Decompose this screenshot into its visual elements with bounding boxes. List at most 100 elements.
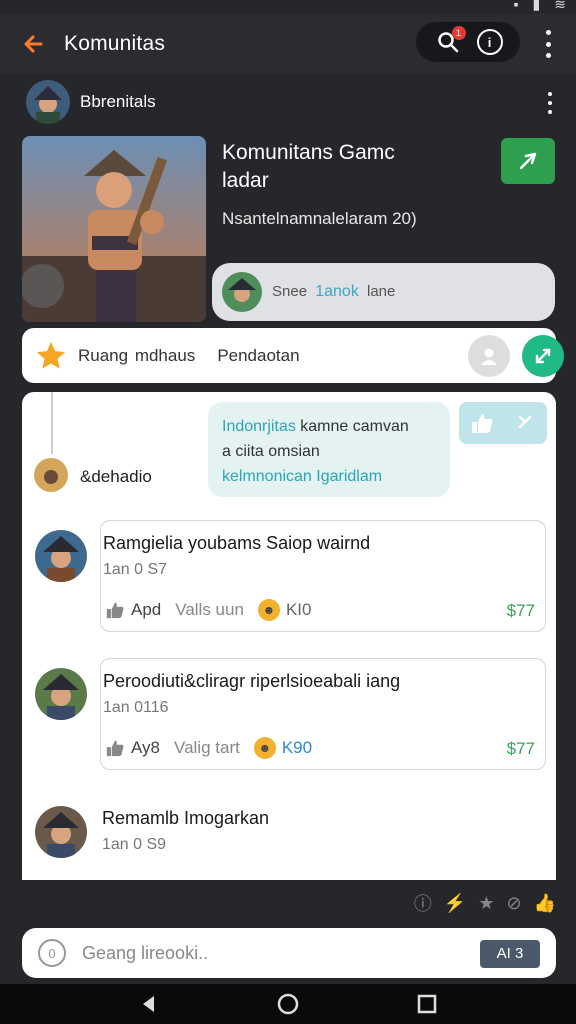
nav-home-icon[interactable] — [277, 993, 299, 1015]
avatar[interactable] — [26, 80, 70, 124]
more-dot-icon — [548, 101, 552, 105]
emoji-icon[interactable]: ☻ — [253, 737, 276, 759]
post-title[interactable]: Remamlb Imogarkan — [102, 808, 269, 829]
bubble-line-3: kelmnonican Igaridlam — [222, 468, 383, 485]
thread-author[interactable]: &dehadio — [80, 467, 152, 487]
community-subtitle: Nsantelnamnalelaram 20) — [222, 209, 417, 228]
list-item: Peroodiuti&cliragr riperlsioeabali iang … — [22, 658, 556, 778]
category-label-2[interactable]: Pendaotan — [217, 346, 299, 366]
back-arrow-icon — [24, 35, 43, 53]
post-meta: 1an 0 S7 — [103, 561, 168, 578]
ai-button[interactable]: AI 3 — [480, 940, 540, 968]
more-dot-icon — [545, 30, 551, 35]
reply-button[interactable]: Valig tart — [174, 738, 240, 758]
community-title: Komunitans Gamc ladar — [222, 141, 395, 192]
battery-icon: ▪ — [513, 0, 519, 12]
post-actions: Apd Valls uun ☻ KI0 — [105, 599, 311, 621]
wifi-icon: ≋ — [554, 0, 566, 12]
status-icons: ▪ ▮ ≋ — [514, 0, 566, 13]
category-bar: Ruang mdhaus Pendaotan — [22, 328, 564, 383]
hero-image[interactable] — [22, 136, 206, 322]
like-icon[interactable] — [105, 739, 125, 757]
signal-icon: ▮ — [532, 0, 541, 12]
avatar — [222, 272, 262, 312]
back-button[interactable] — [18, 29, 48, 59]
chat-bubble: Indonrjitas kamne camvan a ciita omsian … — [208, 402, 450, 497]
info-icon: i — [487, 34, 492, 50]
header-action-pill: 1 i — [416, 22, 520, 62]
check-icon — [518, 415, 532, 429]
post-card[interactable]: Ramgielia youbams Saiop wairnd 1an 0 S7 … — [100, 520, 546, 632]
member-pill[interactable]: Snee 1anok lane — [212, 263, 555, 321]
message-input-bar: 0 AI 3 — [22, 928, 556, 978]
like-count: Ay8 — [131, 738, 160, 757]
post-card[interactable]: Peroodiuti&cliragr riperlsioeabali iang … — [100, 658, 546, 770]
send-icon — [519, 152, 537, 170]
bubble-line-1: Indonrjitas kamne camvan — [222, 414, 436, 439]
user-icon — [481, 348, 497, 365]
post-count: $77 — [506, 739, 535, 758]
star-icon[interactable]: ★ — [478, 893, 494, 914]
status-bar: ▪ ▮ ≋ — [0, 0, 576, 14]
list-item: Remamlb Imogarkan 1an 0 S9 — [22, 796, 556, 880]
profile-row: Bbrenitals — [0, 74, 576, 130]
thread-line — [51, 392, 53, 454]
profile-name[interactable]: Bbrenitals — [80, 92, 156, 112]
system-nav-bar — [0, 984, 576, 1024]
bubble-line-2: a ciita omsian — [222, 443, 320, 460]
notification-badge: 1 — [451, 26, 466, 40]
flash-icon[interactable]: ⚡ — [444, 893, 466, 914]
more-dot-icon — [548, 110, 552, 114]
notification-button[interactable]: 1 — [434, 26, 466, 56]
nav-recents-icon[interactable] — [417, 994, 437, 1014]
more-menu-button[interactable] — [538, 30, 558, 58]
avatar[interactable] — [35, 806, 87, 858]
app-bar: Komunitas 1 i — [0, 14, 576, 74]
more-dot-icon — [548, 92, 552, 96]
profile-more-button[interactable] — [545, 92, 555, 114]
reply-button[interactable]: Valls uun — [175, 600, 244, 620]
list-item: Ramgielia youbams Saiop wairnd 1an 0 S7 … — [22, 520, 556, 640]
bubble-highlight: Indonrjitas — [222, 418, 296, 435]
member-highlight: 1anok — [315, 283, 359, 300]
more-dot-icon — [545, 53, 551, 58]
compass-icon[interactable]: ⊘ — [506, 893, 521, 914]
thumbs-up-icon[interactable]: 👍 — [534, 893, 556, 914]
like-icon[interactable] — [105, 601, 125, 619]
post-tag: KI0 — [285, 600, 312, 619]
share-button[interactable] — [522, 335, 564, 377]
member-prefix: Snee — [272, 283, 308, 300]
bubble-text: kamne camvan — [300, 418, 409, 435]
member-suffix: lane — [366, 283, 396, 300]
nav-back-icon[interactable] — [139, 994, 159, 1014]
category-label[interactable]: Ruang mdhaus — [78, 346, 195, 366]
post-title[interactable]: Peroodiuti&cliragr riperlsioeabali iang — [101, 671, 400, 692]
emoji-icon[interactable]: ☻ — [257, 599, 280, 621]
star-icon — [36, 341, 66, 369]
post-count: $77 — [506, 601, 535, 620]
toolbar: ⓘ ⚡ ★ ⊘ 👍 — [0, 880, 576, 924]
reaction-box[interactable] — [459, 402, 547, 444]
post-actions: Ay8 Valig tart ☻ K90 — [105, 737, 312, 759]
feed: &dehadio Indonrjitas kamne camvan a ciit… — [22, 392, 556, 880]
info-button[interactable]: i — [476, 29, 503, 55]
send-button[interactable] — [501, 138, 555, 184]
share-icon — [535, 348, 551, 364]
thumbs-up-icon — [472, 414, 493, 433]
avatar[interactable] — [35, 668, 87, 720]
member-text: Snee 1anok lane — [272, 283, 395, 301]
like-count: Apd — [131, 600, 162, 619]
page-title: Komunitas — [64, 32, 166, 55]
avatar[interactable] — [34, 458, 68, 492]
more-dot-icon — [545, 41, 551, 47]
info-icon[interactable]: ⓘ — [414, 890, 432, 916]
post-meta: 1an 0 S9 — [102, 836, 167, 853]
message-input[interactable] — [82, 942, 442, 964]
avatar[interactable] — [35, 530, 87, 582]
post-title[interactable]: Ramgielia youbams Saiop wairnd — [101, 533, 370, 554]
mic-icon[interactable]: 0 — [38, 939, 66, 967]
post-tag: K90 — [281, 738, 313, 757]
post-meta: 1an 0116 — [103, 699, 169, 716]
tool-icons: ⓘ ⚡ ★ ⊘ 👍 — [414, 890, 556, 916]
user-button[interactable] — [468, 335, 510, 377]
